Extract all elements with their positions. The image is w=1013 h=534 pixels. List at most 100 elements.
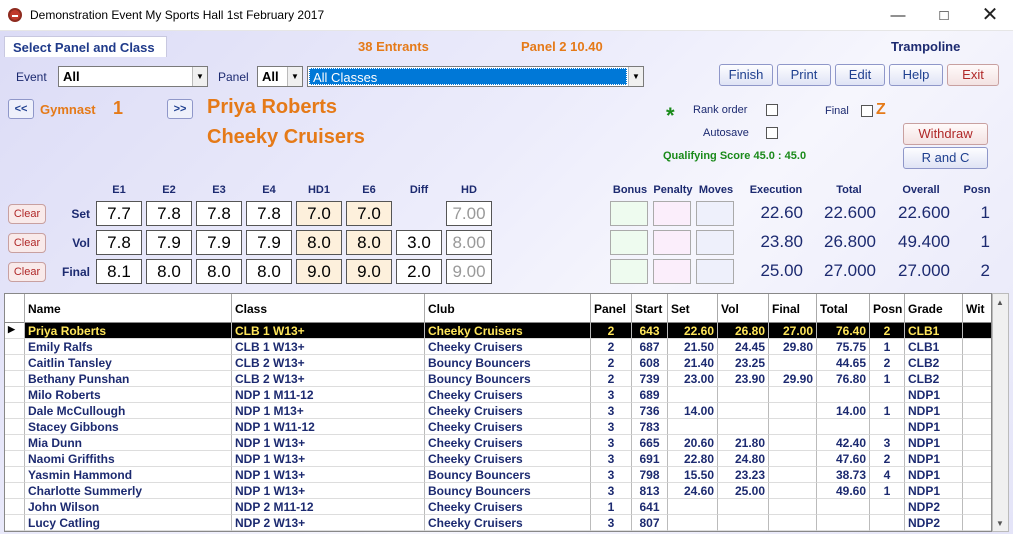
minimize-icon[interactable]: — [875,0,921,31]
autosave-checkbox[interactable] [766,127,778,139]
row-indicator[interactable] [5,467,25,483]
bonus-field-2[interactable] [610,259,648,284]
close-icon[interactable]: ✕ [967,0,1013,31]
chevron-down-icon[interactable]: ▼ [287,67,302,86]
row-pointer-icon[interactable]: ▶ [5,323,25,339]
table-row[interactable]: Lucy Catling NDP 2 W13+ Cheeky Cruisers 3 80… [5,515,991,531]
score-1-5[interactable]: 8.0 [346,230,392,255]
score-1-7[interactable]: 8.00 [446,230,492,255]
edit-button[interactable]: Edit [835,64,885,86]
scroll-down-icon[interactable]: ▼ [996,519,1004,528]
panel-select[interactable]: All ▼ [257,66,303,87]
row-indicator[interactable] [5,371,25,387]
score-2-6[interactable]: 2.0 [396,259,442,284]
column-header-1[interactable]: Class [232,294,425,323]
column-header-8[interactable]: Total [817,294,870,323]
score-0-0[interactable]: 7.7 [96,201,142,226]
tab-select-panel-class[interactable]: Select Panel and Class [4,36,167,57]
scroll-up-icon[interactable]: ▲ [996,298,1004,307]
entrants-table[interactable]: Name Class Club Panel Start Set Vol Final Total P… [4,293,992,532]
score-2-3[interactable]: 8.0 [246,259,292,284]
table-row[interactable]: Yasmin Hammond NDP 1 W13+ Bouncy Bouncers 3… [5,467,991,483]
table-row[interactable]: Caitlin Tansley CLB 2 W13+ Bouncy Bouncers… [5,355,991,371]
row-indicator[interactable] [5,387,25,403]
bonus-field-1[interactable] [610,230,648,255]
score-1-3[interactable]: 7.9 [246,230,292,255]
moves-field-1[interactable] [696,230,734,255]
withdraw-button[interactable]: Withdraw [903,123,988,145]
help-button[interactable]: Help [889,64,943,86]
clear-button-2[interactable]: Clear [8,262,46,282]
score-1-4[interactable]: 8.0 [296,230,342,255]
table-row[interactable]: ▶ Priya Roberts CLB 1 W13+ Cheeky Cruisers 2… [5,323,991,339]
clear-button-1[interactable]: Clear [8,233,46,253]
print-button[interactable]: Print [777,64,831,86]
chevron-down-icon[interactable]: ▼ [628,67,643,86]
moves-field-0[interactable] [696,201,734,226]
table-row[interactable]: Milo Roberts NDP 1 M11-12 Cheeky Cruisers 3… [5,387,991,403]
table-row[interactable]: Charlotte Summerly NDP 1 W13+ Bouncy Bounc… [5,483,991,499]
column-header-3[interactable]: Panel [591,294,632,323]
table-row[interactable]: Dale McCullough NDP 1 M13+ Cheeky Cruisers… [5,403,991,419]
next-gymnast-button[interactable]: >> [167,99,193,119]
column-header-9[interactable]: Posn [870,294,905,323]
column-header-4[interactable]: Start [632,294,668,323]
table-row[interactable]: Emily Ralfs CLB 1 W13+ Cheeky Cruisers 2 687… [5,339,991,355]
row-indicator[interactable] [5,515,25,531]
column-header-11[interactable]: Wit [963,294,991,323]
clear-button-0[interactable]: Clear [8,204,46,224]
rank-order-checkbox[interactable] [766,104,778,116]
vertical-scrollbar[interactable]: ▲ ▼ [992,293,1009,532]
class-select-value: All Classes [309,68,627,85]
final-checkbox[interactable] [861,105,873,117]
penalty-field-0[interactable] [653,201,691,226]
row-indicator[interactable] [5,419,25,435]
score-1-2[interactable]: 7.9 [196,230,242,255]
table-row[interactable]: Stacey Gibbons NDP 1 W11-12 Cheeky Cruiser… [5,419,991,435]
column-header-7[interactable]: Final [769,294,817,323]
table-row[interactable]: John Wilson NDP 2 M11-12 Cheeky Cruisers 1 6… [5,499,991,515]
r-and-c-button[interactable]: R and C [903,147,988,169]
score-1-6[interactable]: 3.0 [396,230,442,255]
table-row[interactable]: Naomi Griffiths NDP 1 W13+ Cheeky Cruisers… [5,451,991,467]
table-row[interactable]: Mia Dunn NDP 1 W13+ Cheeky Cruisers 3 665 20.… [5,435,991,451]
penalty-field-1[interactable] [653,230,691,255]
row-indicator[interactable] [5,499,25,515]
row-indicator[interactable] [5,339,25,355]
row-indicator[interactable] [5,483,25,499]
score-2-0[interactable]: 8.1 [96,259,142,284]
score-1-1[interactable]: 7.9 [146,230,192,255]
finish-button[interactable]: Finish [719,64,773,86]
row-indicator[interactable] [5,403,25,419]
maximize-icon[interactable]: □ [921,0,967,31]
row-indicator[interactable] [5,451,25,467]
score-2-4[interactable]: 9.0 [296,259,342,284]
table-row[interactable]: Bethany Punshan CLB 2 W13+ Bouncy Bouncers… [5,371,991,387]
exit-button[interactable]: Exit [947,64,999,86]
score-0-4[interactable]: 7.0 [296,201,342,226]
chevron-down-icon[interactable]: ▼ [192,67,207,86]
score-2-5[interactable]: 9.0 [346,259,392,284]
score-0-7[interactable]: 7.00 [446,201,492,226]
row-indicator[interactable] [5,435,25,451]
score-1-0[interactable]: 7.8 [96,230,142,255]
score-0-2[interactable]: 7.8 [196,201,242,226]
prev-gymnast-button[interactable]: << [8,99,34,119]
row-indicator[interactable] [5,355,25,371]
column-header-2[interactable]: Club [425,294,591,323]
penalty-field-2[interactable] [653,259,691,284]
column-header-5[interactable]: Set [668,294,718,323]
event-select[interactable]: All ▼ [58,66,208,87]
score-2-1[interactable]: 8.0 [146,259,192,284]
score-0-3[interactable]: 7.8 [246,201,292,226]
bonus-field-0[interactable] [610,201,648,226]
score-0-1[interactable]: 7.8 [146,201,192,226]
moves-field-2[interactable] [696,259,734,284]
class-select[interactable]: All Classes ▼ [307,66,644,87]
score-0-5[interactable]: 7.0 [346,201,392,226]
column-header-10[interactable]: Grade [905,294,963,323]
column-header-6[interactable]: Vol [718,294,769,323]
score-2-7[interactable]: 9.00 [446,259,492,284]
column-header-0[interactable]: Name [25,294,232,323]
score-2-2[interactable]: 8.0 [196,259,242,284]
